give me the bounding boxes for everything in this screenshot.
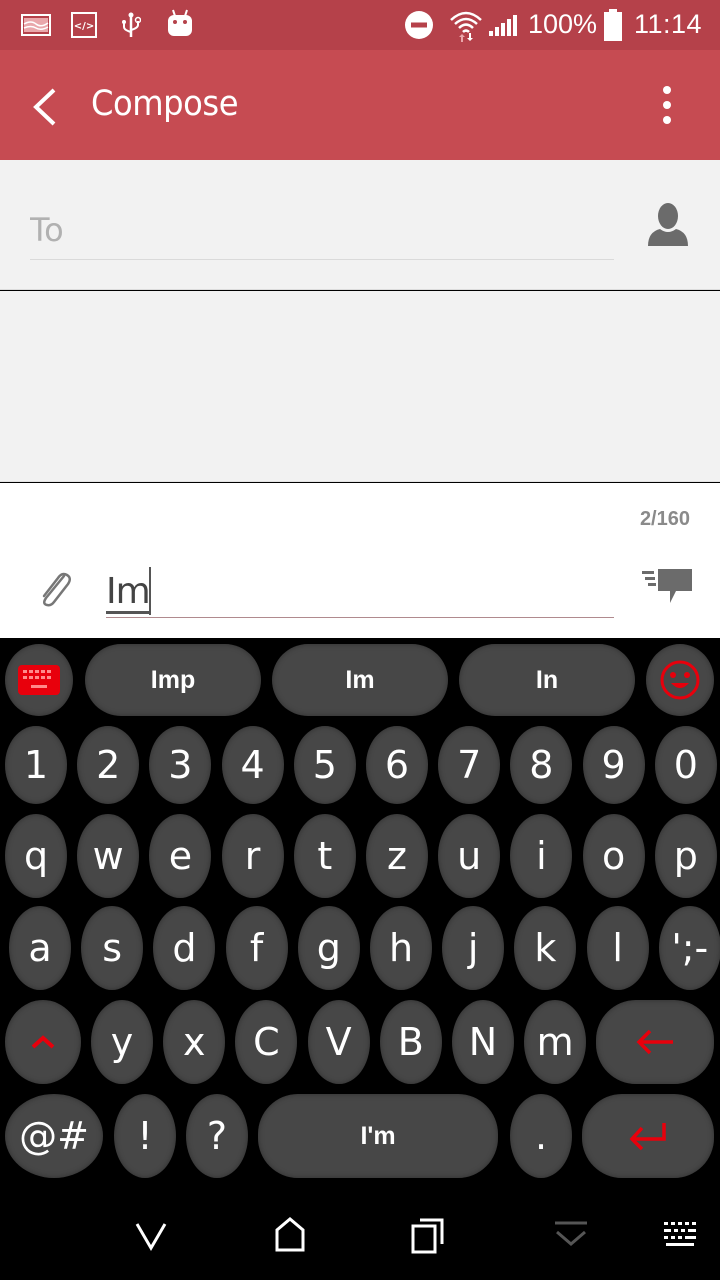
hide-keyboard-icon[interactable] xyxy=(551,1216,591,1256)
image-notification-icon xyxy=(21,14,51,36)
number-key[interactable]: 7 xyxy=(438,726,501,804)
letter-key[interactable]: u xyxy=(438,814,501,898)
letter-key[interactable]: x xyxy=(163,1000,226,1084)
number-key[interactable]: 4 xyxy=(221,726,284,804)
enter-arrow-icon xyxy=(629,1123,666,1151)
letter-key[interactable]: a xyxy=(9,906,71,990)
to-input[interactable] xyxy=(30,200,614,260)
letter-key[interactable]: p xyxy=(654,814,717,898)
letter-key[interactable]: e xyxy=(149,814,212,898)
message-input[interactable]: Im xyxy=(106,567,614,618)
navigation-bar xyxy=(0,1188,720,1280)
battery-percentage: 100% xyxy=(528,9,598,39)
letter-key[interactable]: ';- xyxy=(658,906,720,990)
number-key[interactable]: 6 xyxy=(366,726,428,804)
code-icon: </> xyxy=(71,12,97,38)
letter-key[interactable]: f xyxy=(225,906,288,990)
space-key[interactable]: I'm xyxy=(258,1094,498,1178)
letter-key[interactable]: g xyxy=(297,906,360,990)
suggestion-2[interactable]: Im xyxy=(272,644,448,716)
period-key[interactable]: . xyxy=(510,1094,572,1178)
shift-key[interactable] xyxy=(5,1000,81,1084)
emoji-key[interactable] xyxy=(646,644,714,716)
suggestion-1[interactable]: Imp xyxy=(85,644,261,716)
letter-key[interactable]: r xyxy=(221,814,284,898)
message-compose-area: 2/160 Im xyxy=(0,483,720,638)
letter-key[interactable]: V xyxy=(307,1000,370,1084)
letter-key[interactable]: j xyxy=(442,906,505,990)
number-key[interactable]: 9 xyxy=(582,726,645,804)
number-key[interactable]: 8 xyxy=(510,726,573,804)
letter-key[interactable]: N xyxy=(452,1000,514,1084)
keyboard-switch-icon[interactable] xyxy=(662,1216,702,1256)
shift-caret-icon xyxy=(31,1035,55,1049)
letter-key[interactable]: s xyxy=(81,906,144,990)
letter-key[interactable]: l xyxy=(586,906,649,990)
letter-key[interactable]: k xyxy=(514,906,577,990)
character-counter: 2/160 xyxy=(639,508,690,530)
emoji-icon xyxy=(660,660,700,700)
overflow-menu-icon[interactable] xyxy=(650,80,684,130)
exclamation-key[interactable]: ! xyxy=(114,1094,176,1178)
enter-key[interactable] xyxy=(582,1094,714,1178)
number-key[interactable]: 3 xyxy=(149,726,212,804)
send-message-icon[interactable] xyxy=(640,569,694,605)
letter-key[interactable]: q xyxy=(5,814,67,898)
clock: 11:14 xyxy=(634,9,703,39)
conversation-area xyxy=(0,291,720,482)
svg-text:</>: </> xyxy=(74,21,94,32)
letter-key[interactable]: o xyxy=(582,814,645,898)
paperclip-icon[interactable] xyxy=(34,568,74,608)
letter-key[interactable]: C xyxy=(235,1000,298,1084)
page-title: Compose xyxy=(91,84,239,124)
status-bar: </> 100% 11:14 xyxy=(0,0,720,50)
message-text: Im xyxy=(106,571,151,614)
letter-key[interactable]: t xyxy=(293,814,356,898)
battery-icon xyxy=(604,9,622,41)
keyboard-settings-key[interactable] xyxy=(5,644,73,716)
letter-key[interactable]: m xyxy=(524,1000,587,1084)
do-not-disturb-icon xyxy=(405,11,433,39)
recipient-area xyxy=(0,160,720,290)
symbols-key[interactable]: @# xyxy=(5,1094,103,1178)
letter-key[interactable]: z xyxy=(366,814,428,898)
backspace-key[interactable] xyxy=(596,1000,714,1084)
number-key[interactable]: 2 xyxy=(77,726,140,804)
letter-key[interactable]: i xyxy=(510,814,573,898)
android-debug-icon xyxy=(168,9,192,36)
letter-key[interactable]: h xyxy=(370,906,432,990)
number-key[interactable]: 5 xyxy=(293,726,356,804)
app-bar: Compose xyxy=(0,50,720,160)
letter-key[interactable]: y xyxy=(91,1000,153,1084)
contact-person-icon[interactable] xyxy=(646,202,690,250)
text-caret xyxy=(149,567,151,615)
backspace-arrow-icon xyxy=(636,1029,673,1055)
number-key[interactable]: 1 xyxy=(5,726,67,804)
keyboard-settings-icon xyxy=(18,665,60,695)
usb-icon xyxy=(122,12,141,37)
soft-keyboard: Imp Im In 1234567890 qwertzuiop asdfghjk… xyxy=(0,638,720,1188)
recents-icon[interactable] xyxy=(410,1216,450,1256)
back-icon[interactable] xyxy=(131,1216,171,1256)
letter-key[interactable]: B xyxy=(379,1000,442,1084)
home-icon[interactable] xyxy=(270,1216,310,1256)
number-key[interactable]: 0 xyxy=(654,726,717,804)
letter-key[interactable]: w xyxy=(77,814,140,898)
suggestion-3[interactable]: In xyxy=(459,644,635,716)
letter-key[interactable]: d xyxy=(153,906,216,990)
question-key[interactable]: ? xyxy=(186,1094,248,1178)
signal-icon xyxy=(489,15,517,36)
wifi-icon xyxy=(450,11,482,42)
back-arrow-icon[interactable] xyxy=(22,80,72,130)
